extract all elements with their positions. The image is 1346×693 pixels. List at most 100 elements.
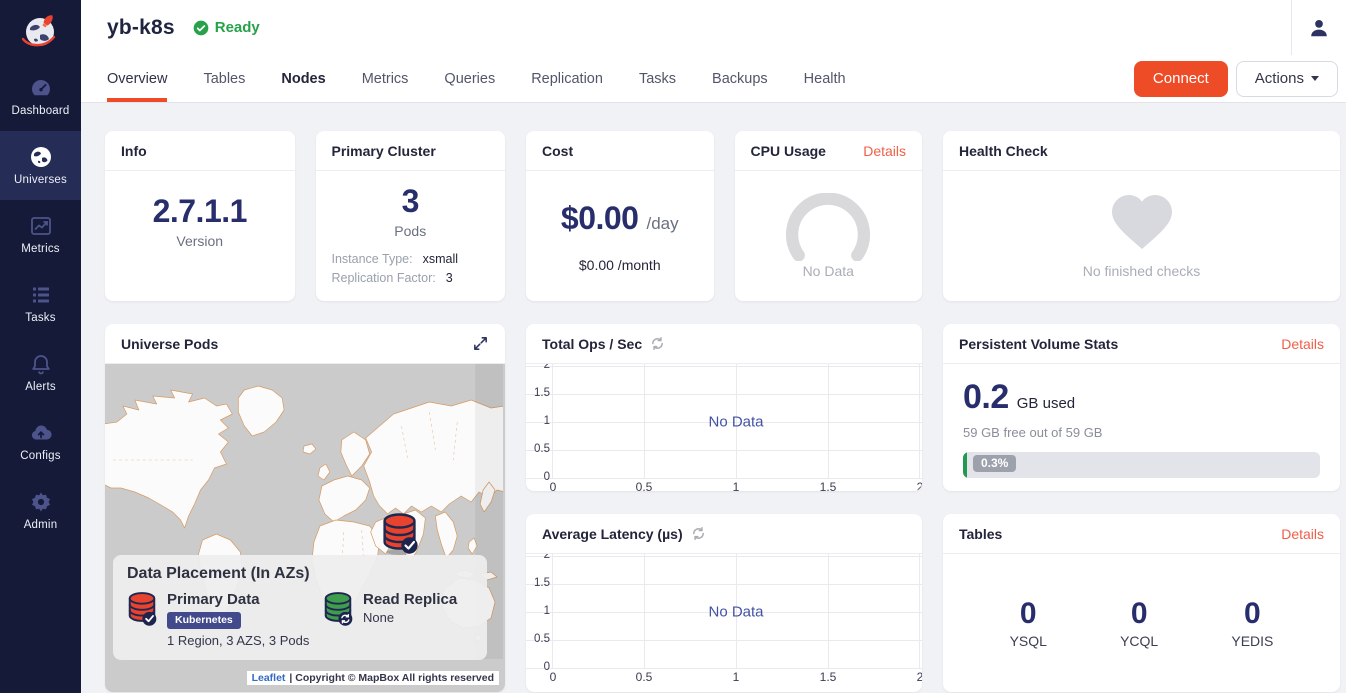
volume-usage-fill (963, 452, 967, 478)
primary-cluster-title: Primary Cluster (332, 143, 436, 159)
ycql-value: 0 (1131, 597, 1148, 631)
user-menu[interactable] (1291, 0, 1346, 55)
sidebar-item-label: Tasks (25, 312, 55, 324)
gb-free-text: 59 GB free out of 59 GB (963, 425, 1320, 440)
actions-button[interactable]: Actions (1236, 61, 1338, 97)
y-tick: 2 (526, 554, 550, 561)
sidebar-item-admin[interactable]: Admin (0, 476, 81, 545)
status-label: Ready (215, 19, 260, 36)
tab-replication[interactable]: Replication (531, 55, 603, 102)
y-tick: 0.5 (526, 443, 550, 455)
ysql-value: 0 (1020, 597, 1037, 631)
tab-metrics[interactable]: Metrics (362, 55, 409, 102)
health-check-title: Health Check (959, 143, 1048, 159)
pods-label: Pods (394, 223, 426, 239)
instance-type-value: xsmall (423, 252, 458, 266)
topbar: yb-k8s Ready (81, 0, 1346, 55)
x-tick: 0.5 (636, 480, 653, 491)
primary-data-label: Primary Data (167, 591, 309, 608)
x-tick: 0.5 (636, 670, 653, 684)
tab-tasks[interactable]: Tasks (639, 55, 676, 102)
replication-factor-label: Replication Factor: (332, 271, 436, 285)
tab-nodes[interactable]: Nodes (281, 55, 325, 102)
primary-data-db-icon (127, 591, 157, 627)
dashboard-gauge-icon (29, 76, 53, 100)
cpu-details-link[interactable]: Details (863, 143, 906, 159)
yugabyte-logo-icon (18, 8, 64, 54)
gb-used-label: GB used (1017, 395, 1075, 412)
yugabyte-logo[interactable] (0, 0, 81, 62)
read-replica-value: None (363, 610, 457, 625)
info-cluster-pair: Info 2.7.1.1 Version Primary Cluster 3 P… (105, 131, 505, 301)
sidebar-item-tasks[interactable]: Tasks (0, 269, 81, 338)
sidebar-item-metrics[interactable]: Metrics (0, 200, 81, 269)
cost-per-day-value: $0.00 (561, 200, 639, 237)
avg-latency-no-data: No Data (708, 604, 763, 621)
refresh-icon[interactable] (650, 336, 665, 351)
x-tick: 0 (550, 670, 557, 684)
sidebar-item-configs[interactable]: Configs (0, 407, 81, 476)
sidebar-item-label: Alerts (25, 381, 56, 393)
x-tick: 1 (733, 480, 740, 491)
pods-count: 3 (402, 183, 419, 220)
total-ops-card: Total Ops / Sec 2 1.5 1 0.5 0 0 0.5 1 (526, 324, 922, 491)
read-replica-legend: Read Replica None (323, 591, 457, 648)
yedis-label: YEDIS (1231, 633, 1273, 649)
cpu-gauge-icon (782, 193, 874, 261)
actions-label: Actions (1255, 70, 1304, 87)
total-ops-title: Total Ops / Sec (542, 336, 642, 352)
y-tick: 1.5 (526, 387, 550, 399)
sidebar-item-dashboard[interactable]: Dashboard (0, 62, 81, 131)
cost-per-day-label: /day (646, 214, 678, 234)
persistent-volume-title: Persistent Volume Stats (959, 336, 1118, 352)
avg-latency-title: Average Latency (µs) (542, 526, 683, 542)
version-value: 2.7.1.1 (153, 193, 247, 230)
tab-queries[interactable]: Queries (444, 55, 495, 102)
status-badge: Ready (193, 19, 260, 36)
heart-icon (1109, 193, 1175, 251)
y-tick: 1.5 (526, 577, 550, 589)
world-map[interactable]: Data Placement (In AZs) (105, 364, 505, 692)
sidebar-item-label: Dashboard (11, 105, 69, 117)
avg-latency-plot: 2 1.5 1 0.5 0 0 0.5 1 1.5 2 No Data (526, 554, 922, 692)
tab-tables[interactable]: Tables (203, 55, 245, 102)
configs-cloud-icon (29, 421, 53, 445)
yedis-count: 0 YEDIS (1231, 597, 1273, 649)
map-attribution: Leaflet | Copyright © MapBox All rights … (247, 671, 499, 685)
leaflet-link[interactable]: Leaflet (252, 672, 286, 684)
volume-usage-percent: 0.3% (973, 455, 1016, 472)
y-tick: 0 (526, 661, 550, 673)
alerts-bell-icon (29, 352, 53, 376)
tables-details-link[interactable]: Details (1281, 526, 1324, 542)
persistent-volume-card: Persistent Volume Stats Details 0.2 GB u… (943, 324, 1340, 491)
y-tick: 0.5 (526, 633, 550, 645)
expand-icon[interactable] (472, 335, 489, 352)
sidebar-item-alerts[interactable]: Alerts (0, 338, 81, 407)
cost-cpu-pair: Cost $0.00 /day $0.00 /month CPU Usage D… (526, 131, 922, 301)
tab-bar: Overview Tables Nodes Metrics Queries Re… (81, 55, 1346, 103)
universe-pods-title: Universe Pods (121, 336, 218, 352)
info-card: Info 2.7.1.1 Version (105, 131, 295, 301)
data-placement-legend: Data Placement (In AZs) (113, 555, 487, 660)
universe-pods-card: Universe Pods (105, 324, 505, 692)
y-tick: 0 (526, 471, 550, 483)
tab-backups[interactable]: Backups (712, 55, 768, 102)
version-label: Version (176, 233, 223, 249)
info-card-title: Info (121, 143, 147, 159)
replication-factor-value: 3 (446, 271, 453, 285)
pvs-details-link[interactable]: Details (1281, 336, 1324, 352)
y-tick: 1 (526, 415, 550, 427)
gb-used-value: 0.2 (963, 378, 1009, 417)
y-tick: 1 (526, 605, 550, 617)
sidebar-item-universes[interactable]: Universes (0, 131, 81, 200)
health-empty-message: No finished checks (1083, 263, 1201, 279)
avg-latency-card: Average Latency (µs) 2 1.5 1 0.5 0 0 0.5… (526, 514, 922, 692)
tab-health[interactable]: Health (804, 55, 846, 102)
primary-data-legend: Primary Data Kubernetes 1 Region, 3 AZS,… (127, 591, 323, 648)
ysql-count: 0 YSQL (1010, 597, 1047, 649)
tab-overview[interactable]: Overview (107, 55, 167, 102)
x-tick: 1.5 (820, 480, 837, 491)
connect-button[interactable]: Connect (1134, 61, 1228, 97)
legend-title: Data Placement (In AZs) (127, 565, 473, 583)
refresh-icon[interactable] (691, 526, 706, 541)
